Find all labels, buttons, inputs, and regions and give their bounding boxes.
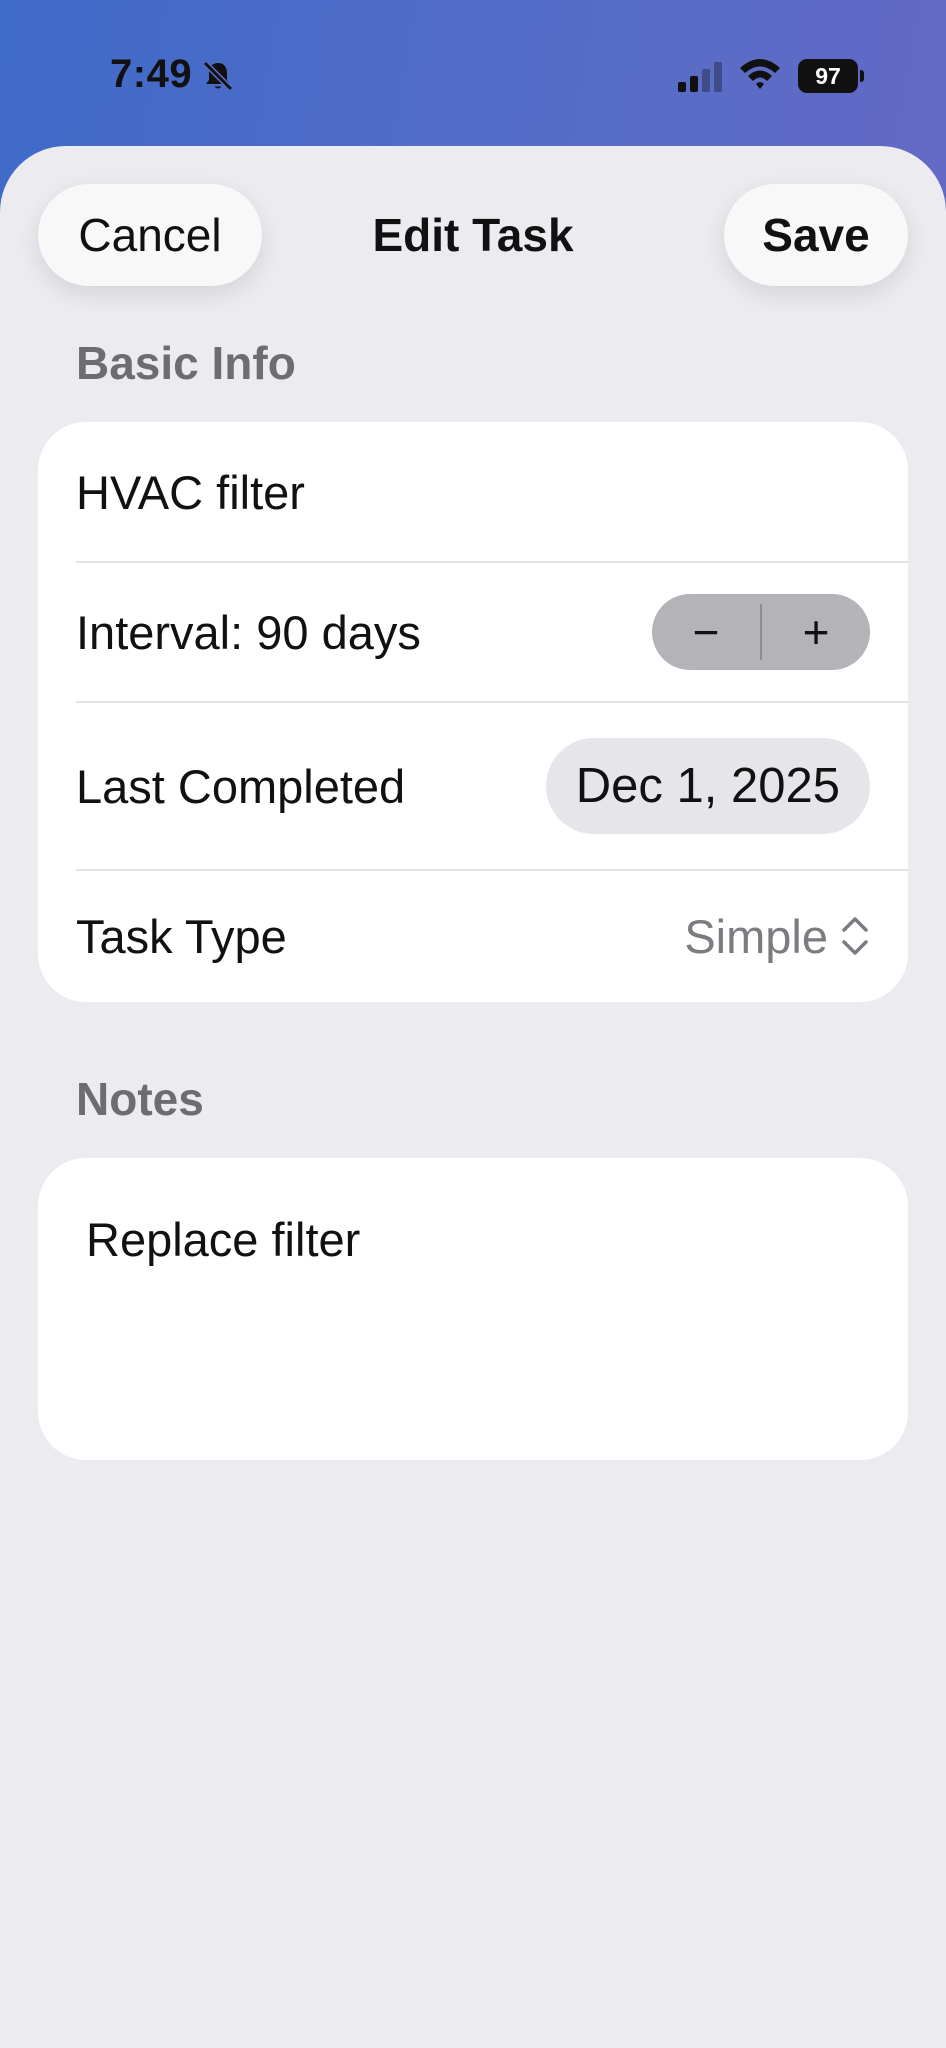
cellular-signal-icon <box>678 62 722 92</box>
task-type-picker[interactable]: Simple <box>684 909 870 964</box>
cancel-button[interactable]: Cancel <box>38 184 262 286</box>
chevron-up-down-icon <box>842 917 868 955</box>
notes-text[interactable]: Replace filter <box>86 1212 360 1267</box>
battery-icon: 97 <box>798 59 864 93</box>
status-bar: 7:49 97 <box>0 0 946 150</box>
interval-decrement-button[interactable]: − <box>652 594 760 670</box>
basic-info-card: Interval: 90 days − + Last Completed Dec… <box>38 422 908 1002</box>
edit-task-sheet: Cancel Edit Task Save Basic Info Interva… <box>0 146 946 2048</box>
battery-tip <box>860 70 864 82</box>
basic-info-header: Basic Info <box>76 337 296 389</box>
last-completed-row: Last Completed Dec 1, 2025 <box>38 702 908 870</box>
last-completed-label: Last Completed <box>76 759 406 813</box>
task-type-row: Task Type Simple <box>38 870 908 1002</box>
task-title-row <box>38 422 908 562</box>
task-type-value: Simple <box>684 909 828 963</box>
status-time: 7:49 <box>110 52 193 96</box>
interval-stepper: − + <box>652 594 870 670</box>
notes-header: Notes <box>76 1073 204 1125</box>
battery-level: 97 <box>798 59 858 93</box>
interval-row: Interval: 90 days − + <box>38 562 908 702</box>
last-completed-date-picker[interactable]: Dec 1, 2025 <box>545 738 870 834</box>
task-type-label: Task Type <box>76 909 287 963</box>
interval-increment-button[interactable]: + <box>762 594 870 670</box>
interval-label: Interval: 90 days <box>76 605 421 659</box>
save-button[interactable]: Save <box>724 184 908 286</box>
bell-slash-icon <box>202 60 234 92</box>
wifi-icon <box>740 59 780 89</box>
notes-editor[interactable]: Replace filter <box>38 1158 908 1460</box>
task-title-input[interactable] <box>76 464 856 520</box>
